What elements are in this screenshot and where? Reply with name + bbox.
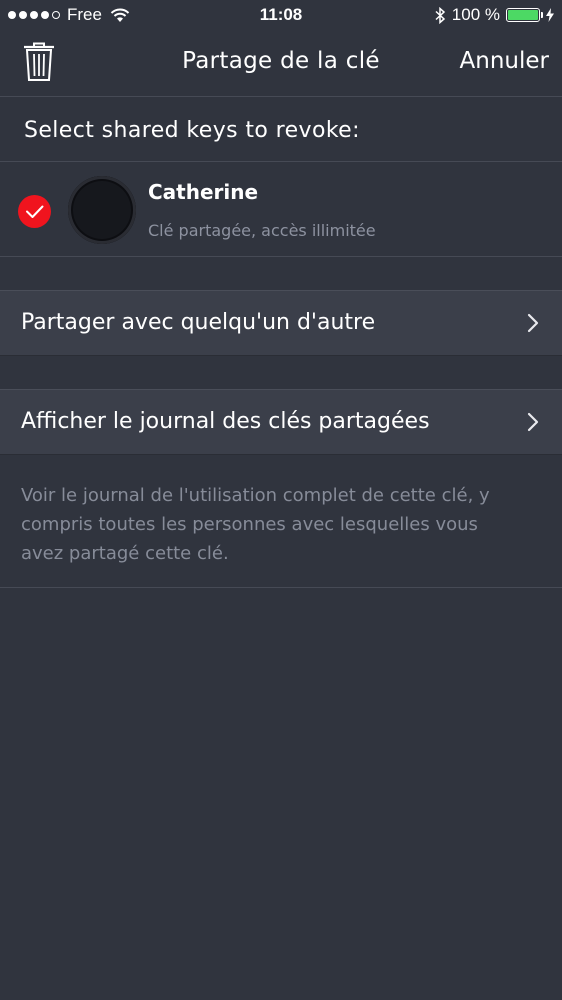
selected-check-icon[interactable] [18,195,51,228]
divider [0,587,562,588]
shared-keys-log-label: Afficher le journal des clés partagées [21,409,430,434]
charging-bolt-icon [546,8,554,22]
log-description: Voir le journal de l'utilisation complet… [21,485,490,564]
cancel-button[interactable]: Annuler [460,48,549,74]
shared-key-name: Catherine [148,180,259,204]
status-bar: Free 11:08 100 % [0,0,562,32]
bluetooth-icon [435,6,445,24]
section-header: Select shared keys to revoke: [24,118,360,143]
avatar [68,176,136,244]
chevron-right-icon [527,412,539,432]
battery-percent: 100 % [451,5,500,24]
shared-key-row[interactable]: Catherine Clé partagée, accès illimitée [0,161,562,257]
trash-icon [24,42,54,81]
share-with-someone-row[interactable]: Partager avec quelqu'un d'autre [0,290,562,356]
shared-keys-log-row[interactable]: Afficher le journal des clés partagées [0,389,562,455]
share-with-someone-label: Partager avec quelqu'un d'autre [21,310,376,335]
battery-icon [506,8,543,22]
battery-level [508,10,538,20]
status-right: 100 % [435,5,554,25]
shared-key-subtitle: Clé partagée, accès illimitée [148,221,376,240]
chevron-right-icon [527,313,539,333]
trash-button[interactable] [22,42,56,82]
navigation-bar: Partage de la clé Annuler [0,32,562,97]
